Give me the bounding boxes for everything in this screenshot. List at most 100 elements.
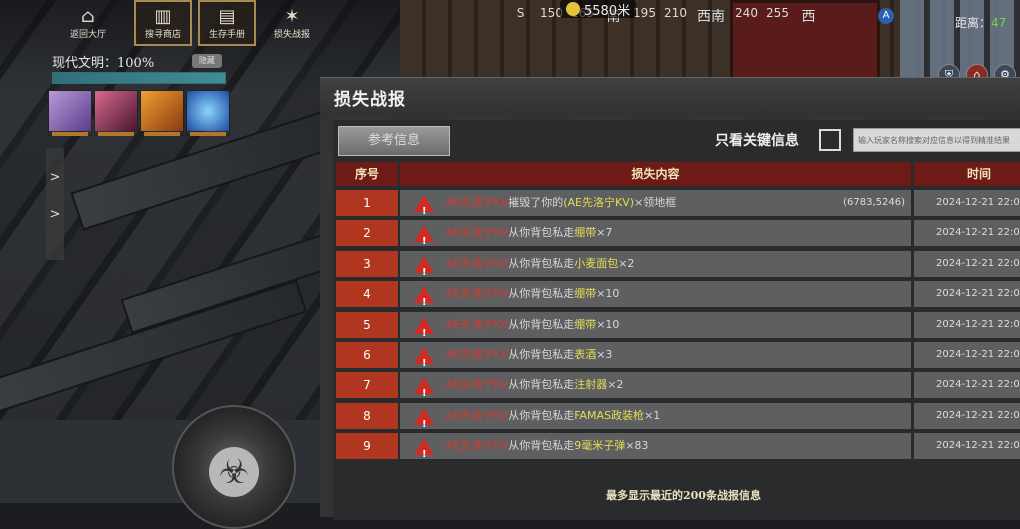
- row-time: 2024-12-21 22:00: [914, 250, 1020, 277]
- row-content: AE先洛宁KV从你背包私走绷带×7: [400, 220, 911, 247]
- row-time: 2024-12-21 22:00: [914, 281, 1020, 308]
- row-time: 2024-12-21 22:00: [914, 372, 1020, 399]
- row-verb: 从你背包私走: [508, 378, 575, 392]
- row-content: AE先洛宁KV从你背包私走绷带×10: [400, 281, 911, 308]
- row-actor: AE先洛宁KV: [446, 317, 509, 331]
- row-quantity: ×领地框: [634, 196, 677, 209]
- row-time: 2024-12-21 22:00: [914, 402, 1020, 429]
- side-expand-handle[interactable]: > >: [46, 148, 64, 260]
- civilization-toggle[interactable]: 隐藏: [192, 54, 222, 68]
- biohazard-icon: ☣: [209, 447, 259, 497]
- row-item: (AE先洛宁KV): [563, 196, 635, 209]
- key-info-only-checkbox[interactable]: [819, 129, 841, 151]
- table-row[interactable]: 1 AE先洛宁KV摧毁了你的(AE先洛宁KV)×领地框 (6783,5246) 202…: [336, 190, 1020, 216]
- row-content: AE先洛宁KV从你背包私走9毫米子弹×83: [400, 433, 911, 460]
- row-content: AE先洛宁KV从你背包私走注射器×2: [400, 372, 911, 399]
- table-header: 序号 损失内容 时间: [336, 162, 1020, 186]
- warning-icon: [414, 195, 434, 216]
- row-item: 注射器: [574, 378, 608, 392]
- row-quantity: ×7: [596, 226, 613, 240]
- header-content: 损失内容: [400, 162, 911, 186]
- row-item: 小麦面包: [574, 256, 619, 270]
- return-lobby-button[interactable]: ⌂ 返回大厅: [48, 0, 128, 46]
- row-number: 1: [336, 190, 398, 216]
- key-info-only-label: 只看关键信息: [715, 133, 799, 149]
- hero-portrait[interactable]: [140, 90, 184, 136]
- biohazard-button[interactable]: ☣: [172, 405, 296, 529]
- warning-icon: [414, 377, 434, 398]
- compass-bar: S 150 165 南 195 210 西南 240 255 西: [516, 6, 816, 25]
- shop-icon: ▥: [154, 5, 172, 27]
- row-actor: AE先洛宁KV: [446, 439, 509, 453]
- chevron-right-icon: >: [49, 170, 61, 185]
- panel-titlebar: 损失战报: [320, 78, 1020, 116]
- row-time: 2024-12-21 22:00: [914, 342, 1020, 368]
- header-time: 时间: [914, 162, 1020, 186]
- loss-report-panel: 损失战报 参考信息 只看关键信息 输入玩家名称搜索对应信息以得到精准结果 序号 …: [320, 77, 1020, 520]
- row-verb: 从你背包私走: [508, 226, 575, 240]
- row-item: 绷带: [574, 226, 597, 240]
- row-item: 绷带: [574, 287, 597, 301]
- row-time: 2024-12-21 22:00: [914, 220, 1020, 247]
- civilization-progress-bar: [52, 72, 226, 84]
- row-verb: 从你背包私走: [508, 348, 575, 361]
- row-item: 绷带: [574, 317, 597, 331]
- row-actor: AE先洛宁KV: [446, 378, 509, 392]
- table-row[interactable]: 7AE先洛宁KV从你背包私走注射器×22024-12-21 22:00: [336, 372, 1020, 399]
- row-time: 2024-12-21 22:00: [914, 311, 1020, 338]
- loss-report-button[interactable]: ✶ 损失战报: [262, 0, 322, 46]
- table-row[interactable]: 8AE先洛宁KV从你背包私走FAMAS政装枪×12024-12-21 22:00: [336, 402, 1020, 429]
- row-number: 9: [336, 433, 398, 460]
- search-shop-button[interactable]: ▥ 搜寻商店: [134, 0, 192, 46]
- hero-portrait[interactable]: [186, 90, 230, 136]
- row-quantity: ×83: [625, 439, 649, 453]
- warning-icon: [414, 316, 434, 338]
- table-row[interactable]: 6AE先洛宁KV从你背包私走表酒×32024-12-21 22:00: [336, 342, 1020, 368]
- row-number: 3: [336, 250, 398, 277]
- hero-portrait[interactable]: [48, 90, 92, 136]
- table-row[interactable]: 9AE先洛宁KV从你背包私走9毫米子弹×832024-12-21 22:00: [336, 433, 1020, 460]
- panel-title: 损失战报: [334, 89, 406, 110]
- header-no: 序号: [336, 162, 398, 186]
- row-item: FAMAS政装枪: [574, 408, 645, 422]
- table-row[interactable]: 5AE先洛宁KV从你背包私走绷带×102024-12-21 22:00: [336, 311, 1020, 338]
- top-navigation: ⌂ 返回大厅 ▥ 搜寻商店 ▤ 生存手册 ✶ 损失战报: [48, 0, 322, 46]
- row-quantity: ×3: [596, 348, 613, 361]
- row-verb: 从你背包私走: [508, 317, 575, 331]
- reference-info-button[interactable]: 参考信息: [338, 126, 450, 156]
- row-actor: AE先洛宁KV: [446, 287, 509, 301]
- row-item: 表酒: [574, 348, 597, 361]
- row-content: AE先洛宁KV摧毁了你的(AE先洛宁KV)×领地框 (6783,5246): [400, 190, 911, 216]
- row-quantity: ×10: [596, 287, 620, 301]
- row-number: 5: [336, 311, 398, 338]
- hero-portrait[interactable]: [94, 90, 138, 136]
- hero-portraits: [48, 90, 230, 136]
- row-actor: AE先洛宁KV: [446, 408, 509, 422]
- row-number: 7: [336, 372, 398, 399]
- chevron-right-icon: >: [49, 207, 61, 222]
- row-time: 2024-12-21 22:00: [914, 190, 1020, 216]
- table-row[interactable]: 3AE先洛宁KV从你背包私走小麦面包×22024-12-21 22:00: [336, 250, 1020, 277]
- row-actor: AE先洛宁KV: [446, 348, 509, 361]
- row-verb: 从你背包私走: [508, 439, 575, 453]
- row-quantity: ×2: [607, 378, 624, 392]
- row-quantity: ×10: [596, 317, 620, 331]
- manual-icon: ▤: [218, 5, 236, 27]
- player-search-input[interactable]: 输入玩家名称搜索对应信息以得到精准结果: [853, 128, 1020, 152]
- civilization-label: 现代文明：: [52, 56, 118, 71]
- table-row[interactable]: 2AE先洛宁KV从你背包私走绷带×72024-12-21 22:00: [336, 220, 1020, 247]
- row-number: 8: [336, 402, 398, 429]
- warning-icon: [414, 225, 434, 246]
- row-content: AE先洛宁KV从你背包私走绷带×10: [400, 311, 911, 338]
- report-icon: ✶: [284, 5, 300, 27]
- warning-icon: [414, 347, 434, 368]
- row-quantity: ×2: [618, 256, 635, 270]
- money-display: 5580米: [560, 0, 637, 19]
- warning-icon: [414, 438, 434, 459]
- location-pin-icon: [566, 2, 580, 16]
- table-row[interactable]: 4AE先洛宁KV从你背包私走绷带×102024-12-21 22:00: [336, 281, 1020, 308]
- row-actor: AE先洛宁KV: [446, 196, 509, 209]
- warning-icon: [414, 407, 434, 429]
- survival-manual-button[interactable]: ▤ 生存手册: [198, 0, 256, 46]
- home-icon: ⌂: [81, 5, 95, 27]
